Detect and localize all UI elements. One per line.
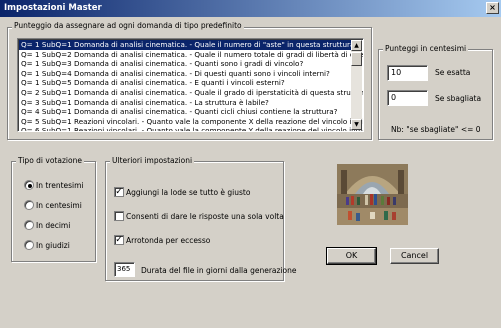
scroll-up-icon[interactable]: ▲ [351, 40, 362, 51]
file-duration-label: Durata del file in giorni dalla generazi… [141, 266, 297, 275]
answer-once-checkbox[interactable] [114, 211, 124, 221]
score-group-label: Punteggi in centesimi [383, 44, 469, 53]
ok-button[interactable]: OK [326, 247, 377, 265]
vote-type-radio-label: In decimi [36, 221, 71, 230]
score-note: Nb: "se sbagliate" <= 0 [391, 125, 481, 134]
vote-type-radio[interactable] [24, 220, 34, 230]
question-group-label: Punteggio da assegnare ad ogni domanda d… [12, 21, 244, 30]
list-item[interactable]: Q= 1 SubQ=2 Domanda di analisi cinematic… [19, 50, 363, 60]
vote-type-radio-label: In trentesimi [36, 181, 84, 190]
vote-type-radio-label: In giudizi [36, 241, 70, 250]
list-item[interactable]: Q= 1 SubQ=1 Domanda di analisi cinematic… [19, 40, 358, 50]
vote-type-group-label: Tipo di votazione [16, 156, 84, 165]
list-item[interactable]: Q= 1 SubQ=4 Domanda di analisi cinematic… [19, 69, 351, 79]
vertical-scrollbar[interactable]: ▲ ▼ [351, 40, 362, 130]
scroll-thumb[interactable] [351, 52, 362, 66]
round-up-checkbox[interactable]: ✓ [114, 235, 124, 245]
vote-type-radio[interactable] [24, 200, 34, 210]
praise-checkbox-label: Aggiungi la lode se tutto è giusto [126, 188, 251, 197]
file-duration-input[interactable]: 365 [114, 262, 135, 277]
window-title: Impostazioni Master [4, 3, 102, 13]
question-list[interactable]: Q= 1 SubQ=1 Domanda di analisi cinematic… [17, 38, 364, 132]
list-item[interactable]: Q= 6 SubQ=1 Reazioni vincolari. - Quanto… [19, 126, 363, 131]
list-item[interactable]: Q= 4 SubQ=1 Domanda di analisi cinematic… [19, 107, 351, 117]
painting-image [337, 164, 408, 225]
list-item[interactable]: Q= 5 SubQ=1 Reazioni vincolari. - Quanto… [19, 117, 363, 127]
answer-once-checkbox-label: Consenti di dare le risposte una sola vo… [126, 212, 284, 221]
wrong-score-label: Se sbagliata [435, 94, 482, 103]
wrong-score-input[interactable]: 0 [387, 90, 428, 106]
other-settings-group-label: Ulteriori impostazioni [110, 156, 195, 165]
list-item[interactable]: Q= 3 SubQ=1 Domanda di analisi cinematic… [19, 98, 351, 108]
vote-type-radio-label: In centesimi [36, 201, 82, 210]
correct-score-input[interactable]: 10 [387, 65, 428, 81]
list-item[interactable]: Q= 2 SubQ=1 Domanda di analisi cinematic… [19, 88, 363, 98]
title-bar: Impostazioni Master [0, 0, 501, 17]
scroll-down-icon[interactable]: ▼ [351, 119, 362, 130]
vote-type-radio[interactable] [24, 180, 34, 190]
correct-score-label: Se esatta [435, 68, 471, 77]
praise-checkbox[interactable]: ✓ [114, 187, 124, 197]
round-up-checkbox-label: Arrotonda per eccesso [126, 236, 211, 245]
cancel-button[interactable]: Cancel [390, 248, 439, 264]
list-item[interactable]: Q= 1 SubQ=3 Domanda di analisi cinematic… [19, 59, 351, 69]
close-icon[interactable]: × [486, 2, 499, 14]
vote-type-radio[interactable] [24, 240, 34, 250]
list-item[interactable]: Q= 1 SubQ=5 Domanda di analisi cinematic… [19, 78, 351, 88]
